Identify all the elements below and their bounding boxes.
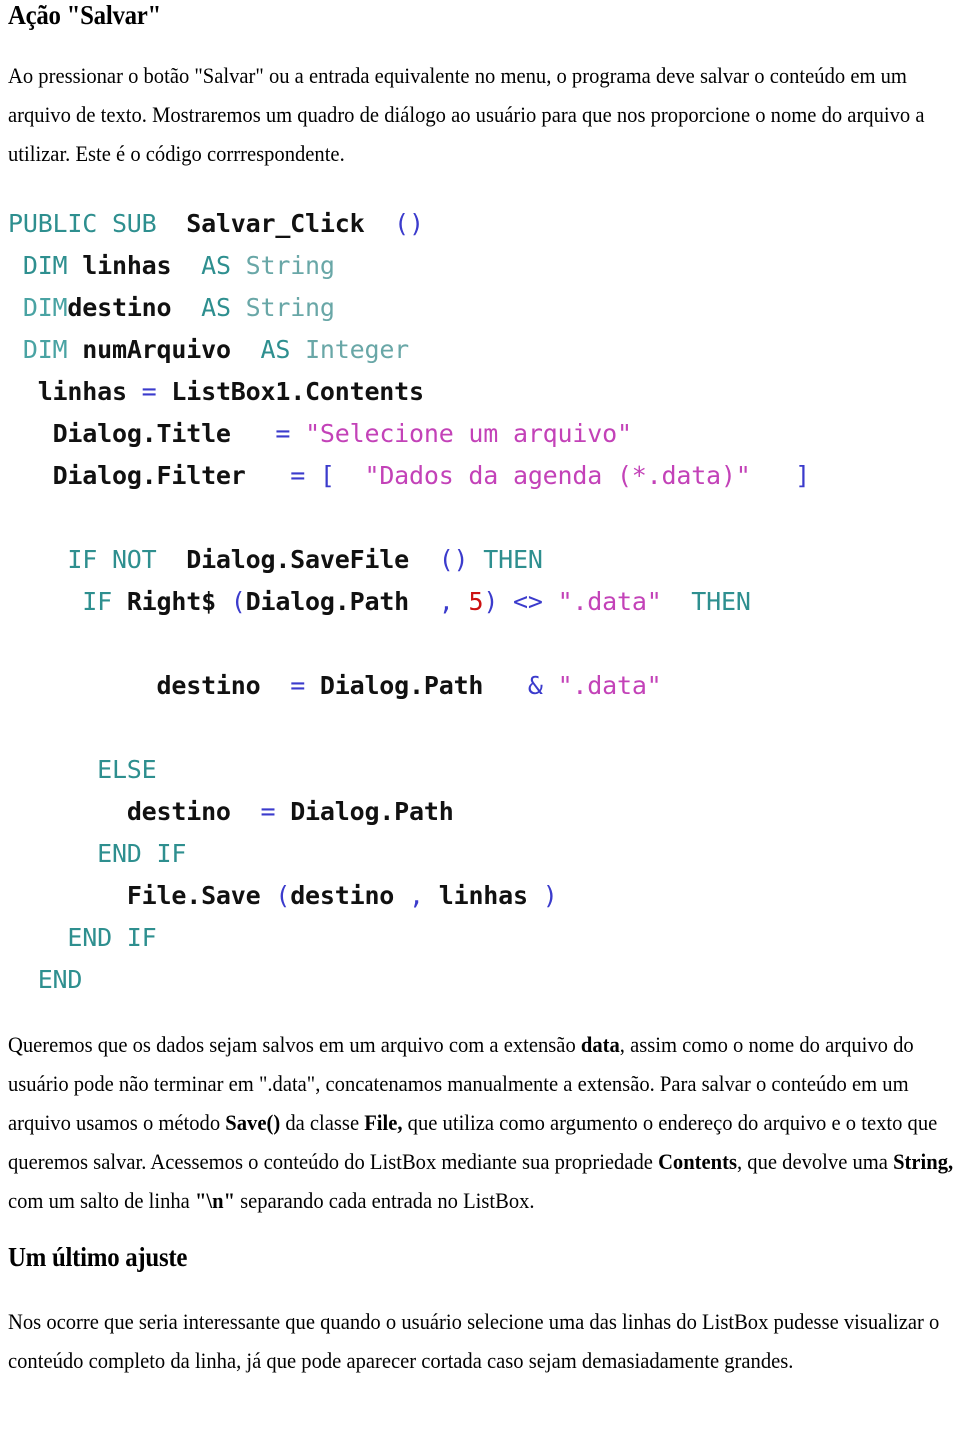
code-token-op: , (438, 587, 454, 616)
code-token-op: , (409, 881, 424, 910)
code-token-id: Dialog.Path (245, 587, 410, 616)
code-token-op: <> (513, 587, 543, 616)
code-token-typ: String (245, 293, 335, 322)
code-token-id: destino (290, 881, 395, 910)
code-token-op: () (394, 209, 424, 238)
code-line: destino = Dialog.Path (8, 791, 952, 833)
code-token-id: Salvar_Click (186, 209, 365, 238)
code-line: DIM numArquivo AS Integer (8, 329, 952, 371)
code-line: Dialog.Filter = [ "Dados da agenda (*.da… (8, 455, 952, 497)
code-line: destino = Dialog.Path & ".data" (8, 665, 952, 707)
code-token-id: linhas (438, 881, 528, 910)
code-token-str: "Dados da agenda (*.data)" (364, 461, 751, 490)
code-line: IF NOT Dialog.SaveFile () THEN (8, 539, 952, 581)
code-token-kw: END IF (97, 839, 187, 868)
code-token-kw: IF NOT (67, 545, 157, 574)
code-token-id: Dialog.Path (319, 671, 484, 700)
explanation-text-m: separando cada entrada no ListBox. (235, 1188, 535, 1213)
term-save-method: Save() (225, 1110, 281, 1135)
code-token-str: ".data" (557, 671, 662, 700)
code-token-op: & (527, 671, 543, 700)
code-token-str: "Selecione um arquivo" (305, 419, 632, 448)
code-token-kw2: DIM (22, 335, 68, 364)
code-token-id: linhas (82, 251, 172, 280)
code-token-op: ( (275, 881, 291, 910)
code-line: END IF (8, 917, 952, 959)
code-token-str: ".data" (557, 587, 662, 616)
code-token-op: ] (795, 461, 811, 490)
code-token-kw: END (37, 965, 83, 994)
code-token-op: ( (230, 587, 246, 616)
page-title: Ação "Salvar" (8, 0, 162, 30)
code-token-id: Dialog.Title (52, 419, 231, 448)
code-token-id: Right$ (126, 587, 216, 616)
code-line: Dialog.Title = "Selecione um arquivo" (8, 413, 952, 455)
code-token-kw: IF (82, 587, 112, 616)
document-page: Ação "Salvar" Ao pressionar o botão "Sal… (0, 0, 960, 1456)
closing-paragraph: Nos ocorre que seria interessante que qu… (8, 1309, 940, 1373)
code-line: PUBLIC SUB Salvar_Click () (8, 203, 952, 245)
term-data: data (580, 1032, 620, 1057)
code-token-kw: AS (201, 293, 231, 322)
code-line: ELSE (8, 749, 952, 791)
code-token-id: Dialog.Path (290, 797, 454, 826)
term-contents: Contents (658, 1149, 737, 1174)
explanation-text-a: Queremos que os dados sejam salvos em um… (8, 1032, 581, 1057)
code-token-typ: Integer (305, 335, 410, 364)
code-line: DIM linhas AS String (8, 245, 952, 287)
code-token-id: linhas (37, 377, 127, 406)
code-token-id: Dialog.Filter (52, 461, 246, 490)
explanation-text-k: com um salto de linha (8, 1188, 195, 1213)
code-token-op: ) (542, 881, 558, 910)
code-token-op: = (290, 671, 306, 700)
intro-paragraph: Ao pressionar o botão "Salvar" ou a entr… (8, 63, 925, 166)
code-line: File.Save (destino , linhas ) (8, 875, 952, 917)
code-token-op: = (141, 377, 157, 406)
code-token-kw: AS (201, 251, 231, 280)
code-token-id: Dialog.SaveFile (186, 545, 409, 574)
code-token-id: destino (67, 293, 172, 322)
code-token-id: File.Save (126, 881, 261, 910)
code-token-op: = [ (290, 461, 335, 490)
code-line: DIMdestino AS String (8, 287, 952, 329)
section-title-last-adjustment: Um último ajuste (8, 1242, 188, 1272)
code-token-op: = (260, 797, 276, 826)
code-line: linhas = ListBox1.Contents (8, 371, 952, 413)
code-token-op: () (438, 545, 469, 574)
code-token-op: = (275, 419, 291, 448)
code-token-id: destino (126, 797, 231, 826)
explanation-paragraph: Queremos que os dados sejam salvos em um… (8, 1025, 960, 1220)
explanation-text-e: da classe (280, 1110, 365, 1135)
explanation-text-i: , que devolve uma (736, 1149, 894, 1174)
code-line: END IF (8, 833, 952, 875)
code-token-kw: DIM (22, 251, 68, 280)
code-token-kw: END IF (67, 923, 157, 952)
code-token-id: destino (156, 671, 261, 700)
code-token-kw: THEN (483, 545, 543, 574)
code-line: END (8, 959, 952, 1001)
code-token-kw: AS (260, 335, 291, 364)
code-token-id: numArquivo (82, 335, 231, 364)
code-token-kw2: DIM (22, 293, 68, 322)
code-token-kw: PUBLIC SUB (8, 209, 157, 238)
term-file-class: File, (364, 1110, 403, 1135)
code-token-kw: ELSE (97, 755, 157, 784)
code-token-op: ) (483, 587, 499, 616)
term-string: String, (893, 1149, 954, 1174)
code-listing: PUBLIC SUB Salvar_Click () DIM linhas AS… (8, 203, 952, 1001)
code-token-typ: String (245, 251, 335, 280)
term-newline: "\n" (194, 1188, 236, 1213)
code-token-num: 5 (468, 587, 484, 616)
code-token-id: ListBox1.Contents (171, 377, 424, 406)
code-line: IF Right$ (Dialog.Path , 5) <> ".data" T… (8, 581, 952, 623)
code-token-kw: THEN (691, 587, 751, 616)
